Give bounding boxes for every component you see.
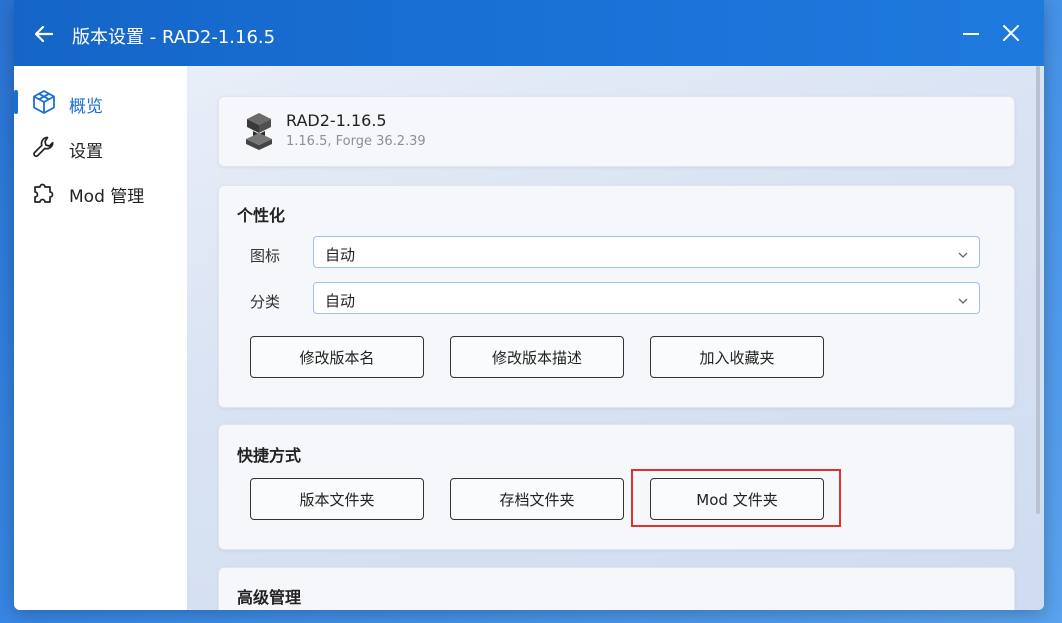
rename-version-button[interactable]: 修改版本名 (250, 336, 424, 378)
sidebar-item-settings[interactable]: 设置 (14, 127, 187, 167)
version-name: RAD2-1.16.5 (286, 111, 387, 130)
category-select[interactable]: 自动 (313, 282, 980, 314)
app-window: 版本设置 - RAD2-1.16.5 概览 设置 Mod 管理 RAD2-1.1… (14, 0, 1044, 610)
minimize-icon[interactable] (960, 22, 982, 44)
section-title: 个性化 (237, 206, 286, 225)
puzzle-icon (31, 179, 57, 205)
icon-select-value: 自动 (325, 246, 356, 264)
mod-folder-button[interactable]: Mod 文件夹 (650, 478, 824, 520)
category-label: 分类 (250, 293, 281, 311)
add-favorite-button[interactable]: 加入收藏夹 (650, 336, 824, 378)
version-detail: 1.16.5, Forge 36.2.39 (286, 134, 426, 149)
saves-folder-button[interactable]: 存档文件夹 (450, 478, 624, 520)
back-arrow-icon[interactable] (32, 22, 56, 46)
window-title: 版本设置 - RAD2-1.16.5 (72, 27, 276, 48)
chevron-down-icon (957, 292, 969, 304)
section-title: 高级管理 (237, 588, 302, 607)
sidebar-item-label: Mod 管理 (69, 187, 145, 207)
shortcuts-card: 快捷方式 版本文件夹 存档文件夹 Mod 文件夹 (218, 424, 1015, 550)
sidebar-item-overview[interactable]: 概览 (14, 82, 187, 122)
scrollbar[interactable] (1036, 66, 1040, 514)
section-title: 快捷方式 (237, 446, 302, 465)
main-content: RAD2-1.16.5 1.16.5, Forge 36.2.39 个性化 图标… (187, 66, 1044, 610)
sidebar-item-mod-management[interactable]: Mod 管理 (14, 172, 187, 212)
sidebar-item-label: 设置 (69, 142, 103, 162)
version-card: RAD2-1.16.5 1.16.5, Forge 36.2.39 (218, 96, 1015, 167)
edit-description-button[interactable]: 修改版本描述 (450, 336, 624, 378)
chevron-down-icon (957, 246, 969, 258)
cube-icon (31, 89, 57, 115)
anvil-icon (241, 111, 277, 151)
advanced-card: 高级管理 (218, 567, 1015, 610)
title-bar: 版本设置 - RAD2-1.16.5 (14, 0, 1044, 66)
sidebar: 概览 设置 Mod 管理 (14, 66, 187, 610)
sidebar-item-label: 概览 (69, 97, 103, 117)
category-select-value: 自动 (325, 292, 356, 310)
icon-label: 图标 (250, 247, 281, 265)
personalize-card: 个性化 图标 自动 分类 自动 修改版本名 修改版本描述 加入收藏夹 (218, 185, 1015, 408)
close-icon[interactable] (1000, 22, 1022, 44)
icon-select[interactable]: 自动 (313, 236, 980, 268)
version-folder-button[interactable]: 版本文件夹 (250, 478, 424, 520)
wrench-icon (31, 134, 57, 160)
active-indicator (14, 90, 18, 114)
